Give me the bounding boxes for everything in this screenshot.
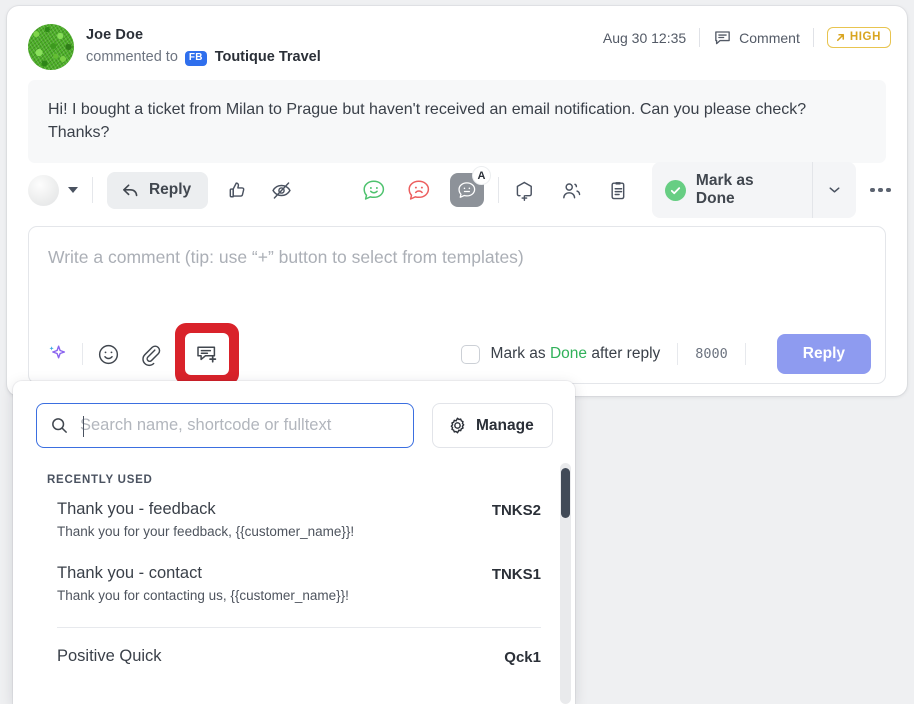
mark-as-done-label: Mark as Done	[695, 172, 754, 207]
list-item[interactable]: Thank you - feedback Thank you for your …	[13, 486, 575, 539]
checkbox-highlight: Done	[549, 345, 588, 362]
conversation-type-label: Comment	[739, 29, 800, 46]
message-body: Hi! I bought a ticket from Milan to Prag…	[28, 80, 886, 164]
sentiment-positive-icon[interactable]	[361, 177, 387, 203]
comment-composer[interactable]: Write a comment (tip: use “+” button to …	[28, 226, 886, 385]
divider	[744, 343, 746, 365]
checkbox-suffix: after reply	[591, 345, 661, 362]
mark-as-done-dropdown[interactable]	[813, 186, 856, 194]
submit-reply-button[interactable]: Reply	[776, 334, 871, 374]
template-description: Thank you for contacting us, {{customer_…	[57, 588, 349, 603]
template-list: Thank you - feedback Thank you for your …	[13, 486, 575, 666]
manage-label: Manage	[476, 416, 534, 434]
avatar-selector-icon[interactable]	[28, 174, 59, 206]
text-cursor	[83, 416, 84, 437]
assign-user-icon[interactable]	[560, 179, 583, 202]
conversation-type: Comment	[713, 28, 800, 47]
template-search-placeholder[interactable]: Search name, shortcode or fulltext	[80, 416, 331, 435]
user-name: Joe Doe	[86, 27, 144, 43]
avatar	[28, 24, 74, 70]
list-item[interactable]: Positive Quick Qck1	[13, 628, 575, 666]
sentiment-negative-icon[interactable]	[406, 177, 432, 203]
divider	[812, 28, 814, 47]
composer-actions: Mark as Done after reply 8000 Reply	[460, 334, 885, 374]
checkbox-prefix: Mark as	[490, 345, 546, 362]
hide-eye-icon[interactable]	[270, 179, 293, 202]
template-button-highlight	[175, 323, 239, 385]
action-toolbar: Reply A Mark as Done	[28, 162, 891, 218]
priority-label: HIGH	[849, 31, 881, 43]
reply-arrow-icon	[121, 181, 140, 200]
template-search-field[interactable]: Search name, shortcode or fulltext	[36, 403, 414, 448]
timestamp: Aug 30 12:35	[602, 29, 687, 46]
template-name: Thank you - contact	[57, 564, 202, 582]
facebook-channel-icon: FB	[184, 50, 207, 66]
comment-input-placeholder[interactable]: Write a comment (tip: use “+” button to …	[48, 247, 524, 268]
gear-icon	[448, 416, 467, 435]
search-icon	[50, 416, 69, 435]
status-badge[interactable]: HIGH	[826, 27, 891, 48]
check-circle-icon	[664, 179, 686, 201]
composer-tools	[29, 323, 239, 385]
sentiment-auto-icon[interactable]: A	[450, 166, 491, 207]
scrollbar-thumb[interactable]	[561, 468, 570, 518]
clipboard-icon[interactable]	[607, 179, 630, 202]
template-description: Thank you for your feedback, {{customer_…	[57, 524, 355, 539]
action-prefix-label: commented to	[86, 49, 178, 65]
reply-button[interactable]: Reply	[106, 171, 209, 209]
template-shortcode: TNKS2	[491, 502, 541, 519]
section-title: RECENTLY USED	[47, 474, 153, 486]
mark-as-done-button[interactable]: Mark as Done	[652, 162, 813, 218]
header-meta: Aug 30 12:35 Comment HIGH	[603, 27, 891, 48]
manage-templates-button[interactable]: Manage	[432, 403, 553, 448]
template-picker-panel: Search name, shortcode or fulltext Manag…	[13, 381, 575, 704]
page-name: Toutique Travel	[214, 49, 321, 65]
sentiment-auto-badge: A	[472, 166, 491, 185]
comment-bubble-icon	[713, 28, 732, 47]
divider	[82, 343, 83, 365]
list-item[interactable]: Thank you - contact Thank you for contac…	[13, 539, 575, 603]
template-shortcode: Qck1	[504, 649, 541, 666]
chevron-down-icon[interactable]	[67, 187, 78, 193]
paperclip-icon[interactable]	[138, 342, 163, 367]
emoji-smiley-icon[interactable]	[96, 342, 121, 367]
divider	[91, 177, 93, 203]
composer-footer: Mark as Done after reply 8000 Reply	[29, 323, 885, 385]
more-options-icon[interactable]	[870, 187, 891, 193]
template-name: Thank you - feedback	[57, 500, 216, 518]
template-picker-header: Search name, shortcode or fulltext Manag…	[13, 381, 575, 448]
divider	[699, 28, 701, 47]
conversation-header: Joe Doe commented to FB Toutique Travel …	[7, 6, 907, 70]
template-name: Positive Quick	[57, 647, 162, 665]
arrow-up-right-icon	[835, 32, 846, 43]
sparkle-icon[interactable]	[45, 342, 69, 366]
mark-done-after-reply-label: Mark as Done after reply	[491, 345, 661, 363]
divider	[677, 343, 679, 365]
template-add-button[interactable]	[185, 333, 229, 375]
char-counter: 8000	[695, 346, 728, 362]
tag-add-icon[interactable]	[513, 179, 536, 202]
mark-as-done-group: Mark as Done	[651, 162, 857, 218]
template-shortcode: TNKS1	[491, 566, 541, 583]
divider	[498, 177, 499, 203]
mark-done-after-reply-checkbox[interactable]	[460, 344, 480, 364]
conversation-subtitle: commented to FB Toutique Travel	[86, 49, 321, 66]
reply-button-label: Reply	[148, 181, 192, 198]
thumbs-up-icon[interactable]	[226, 179, 249, 202]
conversation-card: Joe Doe commented to FB Toutique Travel …	[7, 6, 907, 396]
